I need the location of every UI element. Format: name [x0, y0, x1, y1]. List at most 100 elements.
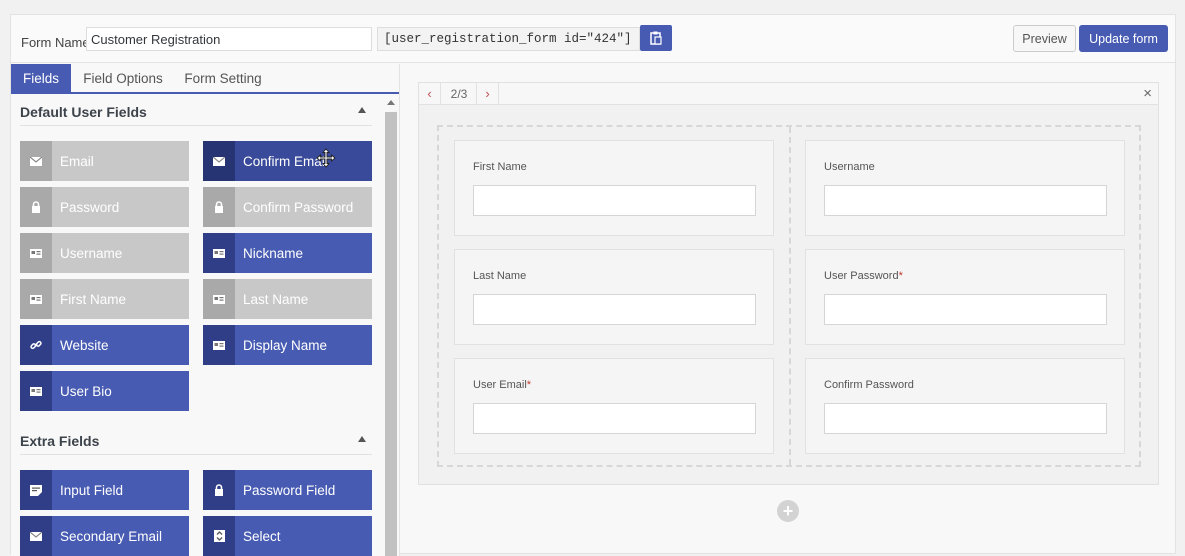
field-button-confirm-password[interactable]: Confirm Password: [203, 187, 372, 227]
form-field-last-name[interactable]: Last Name: [454, 249, 774, 345]
envelope-icon: [203, 141, 235, 181]
id-card-icon: [20, 371, 52, 411]
field-button-label: Display Name: [243, 337, 328, 353]
field-label: Username: [824, 161, 875, 173]
field-input-preview[interactable]: [473, 185, 756, 216]
add-row-button[interactable]: +: [777, 500, 799, 522]
form-canvas: ‹ 2/3 › × First Name Last Name User Email*…: [418, 82, 1159, 485]
envelope-icon: [20, 141, 52, 181]
tab-field-options[interactable]: Field Options: [79, 64, 167, 92]
field-label-text: Username: [824, 161, 875, 173]
field-button-username[interactable]: Username: [20, 233, 189, 273]
row-toolbar: ‹ 2/3 › ×: [419, 83, 1158, 105]
preview-button[interactable]: Preview: [1013, 25, 1076, 52]
field-button-label: User Bio: [60, 383, 112, 399]
tab-form-setting[interactable]: Form Setting: [179, 64, 267, 92]
form-header-bar: Form Name [user_registration_form id="42…: [11, 15, 1175, 63]
field-input-preview[interactable]: [473, 294, 756, 325]
clipboard-icon: [650, 31, 662, 45]
id-card-icon: [20, 279, 52, 319]
field-button-label: First Name: [60, 291, 127, 307]
field-button-password[interactable]: Password: [20, 187, 189, 227]
required-marker: *: [898, 270, 903, 282]
field-label-text: First Name: [473, 161, 527, 173]
copy-shortcode-button[interactable]: [640, 25, 672, 51]
field-button-label: Username: [60, 245, 123, 261]
field-button-label: Password: [60, 199, 120, 215]
lock-icon: [20, 187, 52, 227]
field-button-user-bio[interactable]: User Bio: [20, 371, 189, 411]
close-row-icon[interactable]: ×: [1143, 85, 1152, 102]
field-label-text: Last Name: [473, 270, 527, 282]
field-input-preview[interactable]: [824, 185, 1107, 216]
envelope-icon: [20, 516, 52, 556]
extra-fields-title: Extra Fields: [20, 432, 100, 449]
field-button-input-field[interactable]: Input Field: [20, 470, 189, 510]
required-marker: *: [526, 379, 532, 391]
id-card-icon: [203, 279, 235, 319]
extra-fields-header[interactable]: Extra Fields: [20, 427, 372, 455]
field-button-label: Confirm Password: [243, 199, 354, 215]
default-fields-title: Default User Fields: [20, 103, 147, 120]
field-button-confirm-email[interactable]: Confirm Email: [203, 141, 372, 181]
field-button-last-name[interactable]: Last Name: [203, 279, 372, 319]
fields-panel: Fields Field Options Form Setting Defaul…: [11, 64, 400, 556]
scroll-up-arrow-icon[interactable]: [387, 100, 395, 105]
field-input-preview[interactable]: [824, 294, 1107, 325]
field-button-email[interactable]: Email: [20, 141, 189, 181]
field-label-text: Confirm Password: [824, 379, 914, 391]
field-button-display-name[interactable]: Display Name: [203, 325, 372, 365]
id-card-icon: [203, 325, 235, 365]
field-button-label: Nickname: [243, 245, 304, 261]
id-card-icon: [203, 233, 235, 273]
form-name-input[interactable]: [86, 27, 372, 51]
field-button-label: Password Field: [243, 482, 336, 498]
form-builder: Form Name [user_registration_form id="42…: [0, 0, 1185, 556]
collapse-caret-icon[interactable]: [358, 107, 366, 113]
form-field-first-name[interactable]: First Name: [454, 140, 774, 236]
field-button-select[interactable]: Select: [203, 516, 372, 556]
panel-tabs: Fields Field Options Form Setting: [11, 64, 399, 94]
next-page-button[interactable]: ›: [477, 83, 499, 104]
field-button-label: Last Name: [243, 291, 309, 307]
form-field-confirm-password[interactable]: Confirm Password: [805, 358, 1125, 454]
field-label-text: User Password: [824, 270, 899, 282]
note-icon: [20, 470, 52, 510]
id-card-icon: [20, 233, 52, 273]
move-cursor-icon: [316, 148, 336, 168]
update-form-button[interactable]: Update form: [1079, 25, 1168, 52]
select-icon: [203, 516, 235, 556]
default-fields-header[interactable]: Default User Fields: [20, 98, 372, 126]
field-button-label: Secondary Email: [60, 528, 163, 544]
link-icon: [20, 325, 52, 365]
field-input-preview[interactable]: [473, 403, 756, 434]
field-label: User Email*: [473, 379, 531, 391]
field-button-website[interactable]: Website: [20, 325, 189, 365]
field-button-label: Select: [243, 528, 281, 544]
column-divider: [789, 127, 791, 465]
page-indicator: 2/3: [442, 83, 477, 104]
field-button-label: Email: [60, 153, 94, 169]
scrollbar-thumb[interactable]: [385, 112, 397, 556]
lock-icon: [203, 187, 235, 227]
collapse-caret-icon[interactable]: [358, 436, 366, 442]
field-label: Confirm Password: [824, 379, 914, 391]
builder-frame: Form Name [user_registration_form id="42…: [10, 14, 1176, 556]
field-label: First Name: [473, 161, 527, 173]
field-button-first-name[interactable]: First Name: [20, 279, 189, 319]
field-input-preview[interactable]: [824, 403, 1107, 434]
shortcode-field[interactable]: [user_registration_form id="424"]: [377, 27, 640, 51]
panel-scrollbar[interactable]: [384, 100, 398, 556]
form-name-label: Form Name: [21, 35, 90, 50]
field-button-password-field[interactable]: Password Field: [203, 470, 372, 510]
form-field-username[interactable]: Username: [805, 140, 1125, 236]
tab-fields[interactable]: Fields: [11, 64, 71, 92]
field-button-nickname[interactable]: Nickname: [203, 233, 372, 273]
field-button-label: Website: [60, 337, 109, 353]
field-label: Last Name: [473, 270, 526, 282]
field-button-secondary-email[interactable]: Secondary Email: [20, 516, 189, 556]
prev-page-button[interactable]: ‹: [419, 83, 441, 104]
form-field-user-email[interactable]: User Email*: [454, 358, 774, 454]
field-label: User Password*: [824, 270, 903, 282]
form-field-user-password[interactable]: User Password*: [805, 249, 1125, 345]
